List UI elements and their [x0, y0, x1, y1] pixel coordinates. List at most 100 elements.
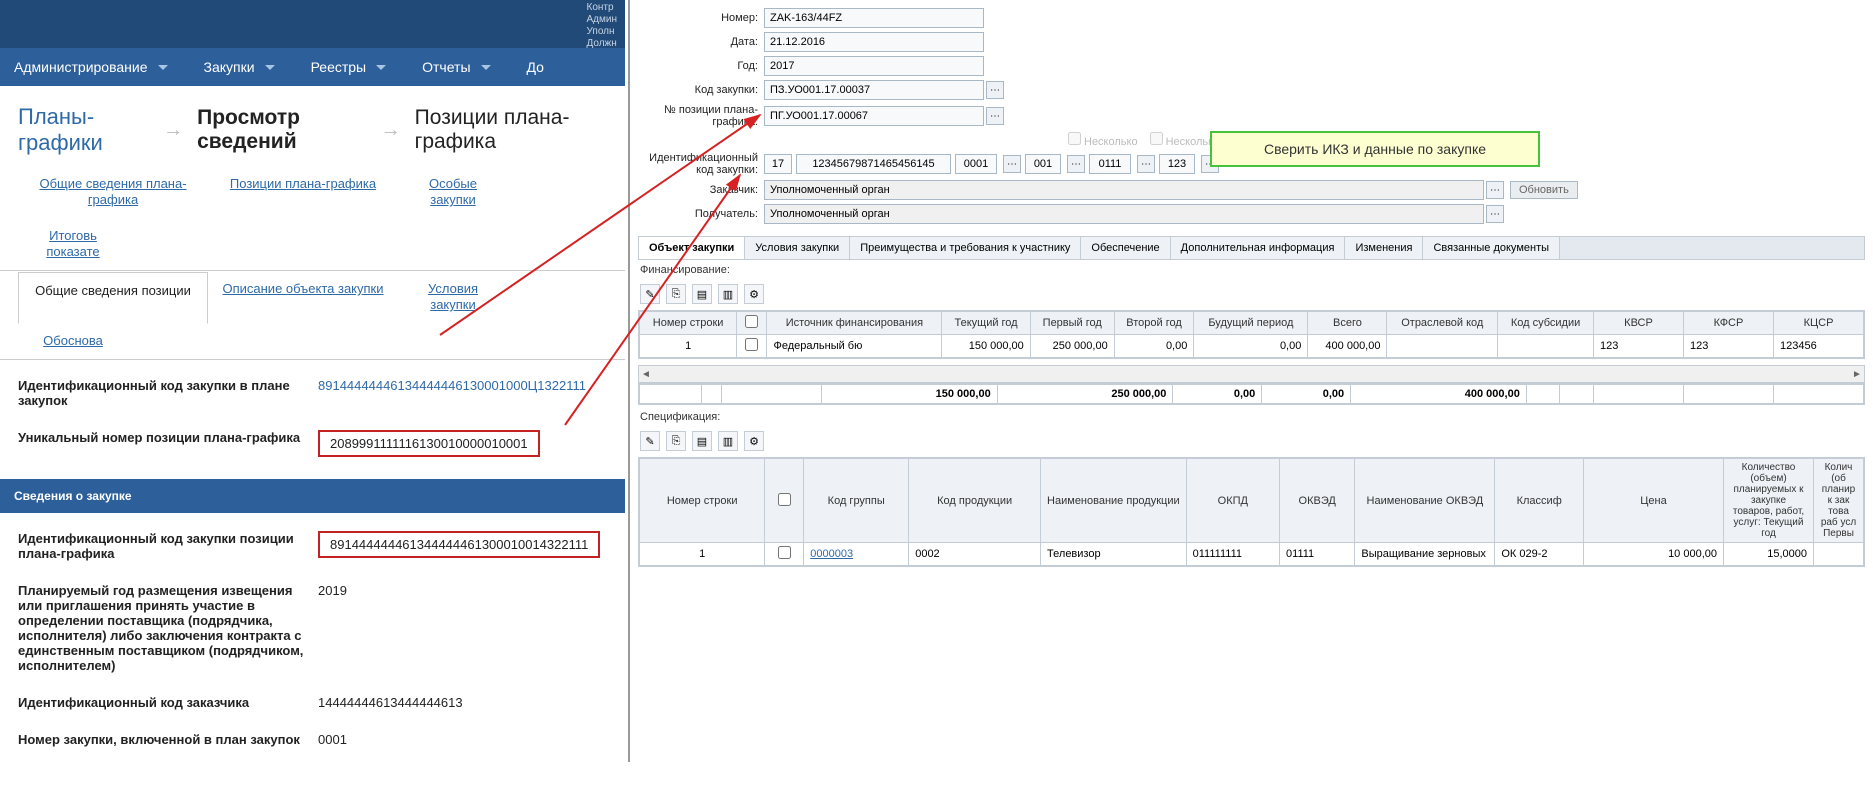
table-row[interactable]: 1 Федеральный бю 150 000,00250 000,00 0,…	[640, 335, 1864, 358]
doc2-icon[interactable]: ▥	[718, 284, 738, 304]
multi-check2[interactable]: Несколько	[1150, 132, 1220, 148]
ikz-seg-6[interactable]	[1159, 154, 1195, 174]
lookup-icon[interactable]: ⋯	[986, 107, 1004, 125]
label: Уникальный номер позиции плана-графика	[18, 430, 318, 457]
ikz-position-value: 891444444461344444461300010014322111	[318, 531, 600, 558]
scroll-right-icon[interactable]: ►	[1850, 369, 1864, 380]
spec-header: Спецификация:	[630, 407, 1873, 427]
totals-row: 150 000,00250 000,00 0,000,00 400 000,00	[640, 385, 1864, 404]
label: Год:	[640, 60, 764, 72]
rtab-docs[interactable]: Связанные документы	[1423, 237, 1560, 259]
select-all-check[interactable]	[745, 315, 758, 328]
nav-otchety[interactable]: Отчеты	[422, 59, 490, 75]
ikz-seg-1[interactable]	[764, 154, 792, 174]
row-check[interactable]	[745, 338, 758, 351]
financing-header: Финансирование:	[630, 260, 1873, 280]
more-icon[interactable]: ⋯	[1486, 181, 1504, 199]
gear-icon[interactable]: ⚙	[744, 284, 764, 304]
bc-plans[interactable]: Планы-графики	[18, 104, 149, 156]
label: Номер закупки, включенной в план закупок	[18, 732, 318, 747]
chevron-right-icon: →	[381, 119, 401, 142]
bc-positions: Позиции плана-графика	[415, 106, 607, 154]
top-link[interactable]: Должн	[587, 38, 618, 50]
label: Идентификационный код закупки в плане за…	[18, 378, 318, 408]
edit-icon[interactable]: ✎	[640, 431, 660, 451]
ikz-seg-3[interactable]	[955, 154, 997, 174]
section-header: Сведения о закупке	[0, 479, 625, 513]
h-scrollbar[interactable]: ◄►	[638, 365, 1865, 383]
rtab-conditions[interactable]: Условия закупки	[745, 237, 850, 259]
more-icon[interactable]: ⋯	[1137, 155, 1155, 173]
nav-do[interactable]: До	[527, 59, 544, 75]
right-tabs: Объект закупки Условия закупки Преимущес…	[638, 236, 1865, 260]
more-icon[interactable]: ⋯	[1486, 205, 1504, 223]
nav-reestry[interactable]: Реестры	[311, 59, 387, 75]
top-link[interactable]: Контр	[587, 2, 618, 14]
edit-icon[interactable]: ✎	[640, 284, 660, 304]
tab-conditions[interactable]: Условия закупки	[406, 281, 500, 313]
lookup-icon[interactable]: ⋯	[1003, 155, 1021, 173]
table-row[interactable]: 1 0000003 0002 Телевизор 011111111 01111…	[640, 543, 1864, 566]
customer-input[interactable]	[764, 180, 1484, 200]
top-link[interactable]: Уполн	[587, 26, 618, 38]
doc-icon[interactable]: ▤	[692, 431, 712, 451]
copy-icon[interactable]: ⎘	[666, 284, 686, 304]
rtab-object[interactable]: Объект закупки	[639, 237, 745, 259]
tab-general-position[interactable]: Общие сведения позиции	[18, 272, 208, 324]
rtab-security[interactable]: Обеспечение	[1081, 237, 1170, 259]
ikz-seg-5[interactable]	[1089, 154, 1131, 174]
rtab-additional[interactable]: Дополнительная информация	[1171, 237, 1346, 259]
date-input[interactable]	[764, 32, 984, 52]
position-num-input[interactable]	[764, 106, 984, 126]
tabs-row1: Общие сведения плана-графика Позиции пла…	[0, 166, 625, 271]
gear-icon[interactable]: ⚙	[744, 431, 764, 451]
ikz-plan-value[interactable]: 89144444446134444446130001000Ц1322111	[318, 378, 586, 408]
financing-table: Номер строки Источник финансированияТеку…	[639, 311, 1864, 358]
label: Идентификационный код закупки позиции пл…	[18, 531, 318, 561]
nav-admin[interactable]: Администрирование	[14, 59, 168, 75]
lookup-icon[interactable]: ⋯	[986, 81, 1004, 99]
lookup-icon[interactable]: ⋯	[1067, 155, 1085, 173]
recipient-input[interactable]	[764, 204, 1484, 224]
row-check[interactable]	[778, 546, 791, 559]
chevron-right-icon: →	[163, 119, 183, 142]
nav-zakupki[interactable]: Закупки	[204, 59, 275, 75]
rtab-requirements[interactable]: Преимущества и требования к участнику	[850, 237, 1081, 259]
rtab-changes[interactable]: Изменения	[1345, 237, 1423, 259]
select-all-check[interactable]	[778, 493, 791, 506]
purchase-num-value: 0001	[318, 732, 347, 747]
refresh-button[interactable]: Обновить	[1510, 181, 1578, 199]
top-link[interactable]: Админ	[587, 14, 618, 26]
tab-positions[interactable]: Позиции плана-графика	[230, 176, 376, 192]
spec-table: Номер строки Код группыКод продукции Наи…	[639, 458, 1864, 566]
unique-num-value: 2089991111116130010000010001	[318, 430, 540, 457]
tab-general-plan[interactable]: Общие сведения плана-графика	[26, 176, 200, 208]
chevron-down-icon	[158, 65, 168, 70]
label: Планируемый год размещения извещения или…	[18, 583, 318, 673]
multi-check1[interactable]: Несколько	[1068, 132, 1138, 148]
year-input[interactable]	[764, 56, 984, 76]
chevron-down-icon	[481, 65, 491, 70]
label: Идентификационный код заказчика	[18, 695, 318, 710]
scroll-left-icon[interactable]: ◄	[639, 369, 653, 380]
tab-justification[interactable]: Обоснова	[43, 333, 103, 349]
tab-totals[interactable]: Итоговь показате	[26, 228, 120, 260]
tab-special[interactable]: Особые закупки	[406, 176, 500, 208]
ikz-seg-2[interactable]	[796, 154, 951, 174]
doc-icon[interactable]: ▤	[692, 284, 712, 304]
callout-note: Сверить ИКЗ и данные по закупке	[1210, 131, 1540, 167]
tab-object-desc[interactable]: Описание объекта закупки	[222, 281, 383, 297]
customer-ikz-value: 14444444613444444613	[318, 695, 463, 710]
label: Идентификационный код закупки:	[640, 152, 764, 176]
copy-icon[interactable]: ⎘	[666, 431, 686, 451]
label: Номер:	[640, 12, 764, 24]
planned-year-value: 2019	[318, 583, 347, 673]
label: Дата:	[640, 36, 764, 48]
label: Заказчик:	[640, 184, 764, 196]
purchase-code-input[interactable]	[764, 80, 984, 100]
breadcrumb: Планы-графики → Просмотр сведений → Пози…	[0, 86, 625, 166]
number-input[interactable]	[764, 8, 984, 28]
ikz-seg-4[interactable]	[1025, 154, 1061, 174]
doc2-icon[interactable]: ▥	[718, 431, 738, 451]
chevron-down-icon	[265, 65, 275, 70]
